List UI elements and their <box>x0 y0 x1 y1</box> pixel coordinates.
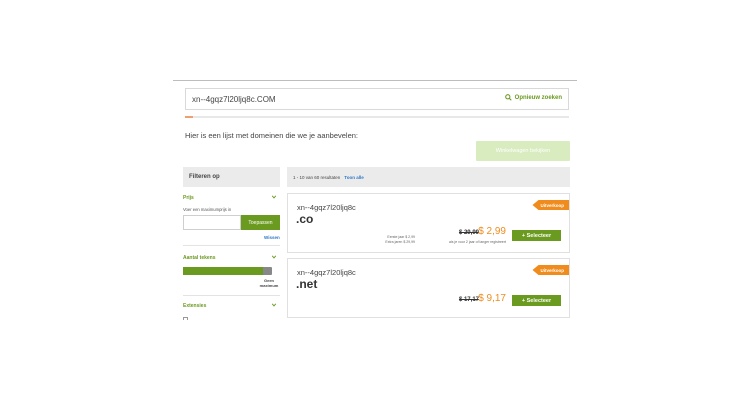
filter-extensions-title[interactable]: Extensies <box>183 303 206 309</box>
search-input[interactable] <box>192 92 472 106</box>
filter-price-title[interactable]: Prijs <box>183 195 194 201</box>
top-divider <box>173 80 577 81</box>
price-notes: Eerste jaar $ 2,99 Extra jaren $ 29,99 <box>385 235 415 244</box>
length-slider-track[interactable] <box>183 267 271 275</box>
max-price-input[interactable] <box>183 215 241 230</box>
domain-result-card: xn--4gqz7l20ljq8c .net Uitverkoop $ 17,1… <box>287 258 570 318</box>
progress-strip <box>185 116 569 118</box>
old-price: $ 17,17 <box>458 297 479 303</box>
no-maximum-label: Geen maximum <box>259 278 279 288</box>
page-heading: Hier is een lijst met domeinen die we je… <box>185 131 359 140</box>
view-cart-button[interactable]: Winkelwagen bekijken <box>476 141 570 161</box>
sale-price: $ 9,17 <box>478 293 506 304</box>
domain-result-card: xn--4gqz7l20ljq8c .co Uitverkoop Eerste … <box>287 193 570 253</box>
sale-badge: Uitverkoop <box>532 200 569 210</box>
multi-year-note: als je voor 2 jaar of langer registreert <box>449 240 506 244</box>
max-price-label: Voer een maximumprijs in <box>183 207 232 212</box>
first-year-note: Eerste jaar $ 2,99 <box>387 235 415 239</box>
results-header: 1 - 10 van 60 resultaten Toon alle <box>287 167 570 187</box>
chevron-down-icon[interactable] <box>271 254 277 260</box>
search-again-label: Opnieuw zoeken <box>514 94 562 101</box>
clear-link[interactable]: Wissen <box>264 235 280 240</box>
chevron-down-icon[interactable] <box>271 302 277 308</box>
show-all-link[interactable]: Toon alle <box>344 175 363 180</box>
divider <box>183 245 280 246</box>
apply-button[interactable]: Toepassen <box>241 215 280 230</box>
extra-years-note: Extra jaren $ 29,99 <box>385 239 415 244</box>
filter-header: Filteren op <box>183 167 280 187</box>
old-price: $ 29,99 <box>458 230 479 236</box>
select-button[interactable]: + Selecteer <box>512 230 561 241</box>
length-slider-handle[interactable] <box>263 267 272 275</box>
sale-badge: Uitverkoop <box>532 265 569 275</box>
domain-name: xn--4gqz7l20ljq8c <box>297 203 356 212</box>
sale-price: $ 2,99 <box>478 226 506 237</box>
chevron-down-icon[interactable] <box>271 194 277 200</box>
select-button[interactable]: + Selecteer <box>512 295 561 306</box>
extension-checkbox[interactable] <box>183 317 188 320</box>
domain-search-page: Opnieuw zoeken Hier is een lijst met dom… <box>173 80 577 320</box>
domain-name: xn--4gqz7l20ljq8c <box>297 268 356 277</box>
divider <box>183 295 280 296</box>
filter-length-title[interactable]: Aantal tekens <box>183 255 216 261</box>
search-icon <box>504 94 512 101</box>
search-bar: Opnieuw zoeken <box>185 88 569 110</box>
results-count: 1 - 10 van 60 resultaten <box>293 174 341 180</box>
domain-tld: .co <box>296 212 314 226</box>
search-again-button[interactable]: Opnieuw zoeken <box>504 94 562 101</box>
domain-tld: .net <box>296 277 318 291</box>
